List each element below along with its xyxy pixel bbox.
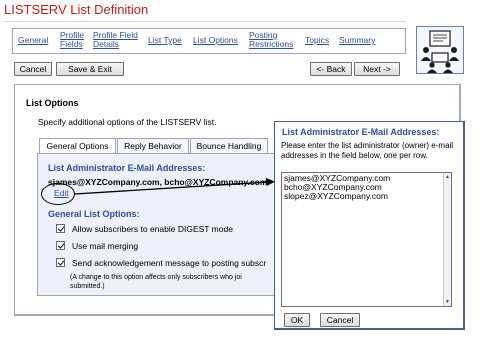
callout-arrow-icon: [74, 178, 275, 195]
